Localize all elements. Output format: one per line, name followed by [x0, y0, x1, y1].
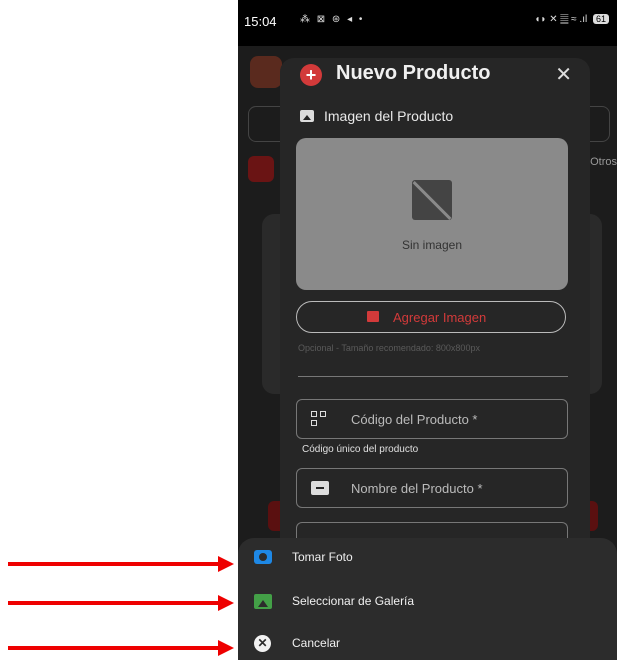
camera-icon: [254, 550, 272, 564]
background-filter-chip: [248, 156, 274, 182]
inventory-box-icon: [311, 481, 329, 495]
dialog-header: + Nuevo Producto ✕: [280, 58, 590, 94]
image-section-label: Imagen del Producto: [324, 108, 454, 124]
product-code-label: Código del Producto *: [351, 412, 478, 427]
product-name-field[interactable]: Nombre del Producto *: [296, 468, 568, 508]
gallery-option[interactable]: Seleccionar de Galería: [238, 582, 617, 622]
phone-screen: 15:04 ⁂ ⊠ ⊛ ◂ • ◖◗ ✕ 𝄛 ≈ .ıl 61 Otros + …: [238, 0, 617, 660]
annotation-arrow-take-photo: [8, 556, 234, 572]
qr-code-icon: [311, 411, 327, 427]
image-icon: [300, 110, 314, 122]
no-image-icon: [412, 180, 452, 220]
status-time: 15:04: [244, 14, 277, 29]
no-image-text: Sin imagen: [401, 238, 463, 252]
close-icon[interactable]: ✕: [555, 62, 572, 87]
product-code-helper: Código único del producto: [302, 444, 419, 455]
divider: [298, 376, 568, 377]
app-logo: [250, 56, 282, 88]
add-image-button[interactable]: Agregar Imagen: [296, 301, 566, 333]
cancel-option[interactable]: ✕ Cancelar: [238, 624, 617, 660]
product-code-field[interactable]: Código del Producto *: [296, 399, 568, 439]
add-image-label: Agregar Imagen: [393, 310, 487, 325]
image-preview[interactable]: Sin imagen: [296, 138, 568, 290]
annotation-arrow-cancel: [8, 640, 234, 656]
add-photo-icon: [367, 311, 379, 322]
status-bar: 15:04 ⁂ ⊠ ⊛ ◂ • ◖◗ ✕ 𝄛 ≈ .ıl 61: [238, 0, 617, 46]
system-icons-glyphs: ◖◗ ✕ 𝄛 ≈ .ıl: [534, 14, 588, 25]
notification-icons: ⁂ ⊠ ⊛ ◂ •: [300, 14, 365, 25]
dialog-title: Nuevo Producto: [336, 62, 491, 84]
product-name-label: Nombre del Producto *: [351, 481, 483, 496]
background-filter-chip-otros: Otros: [590, 156, 617, 168]
annotation-arrow-gallery: [8, 595, 234, 611]
cancel-icon: ✕: [254, 635, 271, 652]
gallery-icon: [254, 594, 272, 609]
system-icons: ◖◗ ✕ 𝄛 ≈ .ıl 61: [534, 14, 609, 25]
new-product-dialog: + Nuevo Producto ✕ Imagen del Producto S…: [280, 58, 590, 578]
image-source-bottom-sheet: Tomar Foto Seleccionar de Galería ✕ Canc…: [238, 538, 617, 660]
cancel-label: Cancelar: [292, 636, 341, 650]
add-circle-icon: +: [300, 64, 322, 86]
image-size-hint: Opcional - Tamaño recomendado: 800x800px: [298, 343, 480, 353]
gallery-label: Seleccionar de Galería: [292, 594, 415, 608]
take-photo-option[interactable]: Tomar Foto: [238, 538, 617, 578]
take-photo-label: Tomar Foto: [292, 550, 353, 564]
battery-icon: 61: [592, 14, 609, 24]
